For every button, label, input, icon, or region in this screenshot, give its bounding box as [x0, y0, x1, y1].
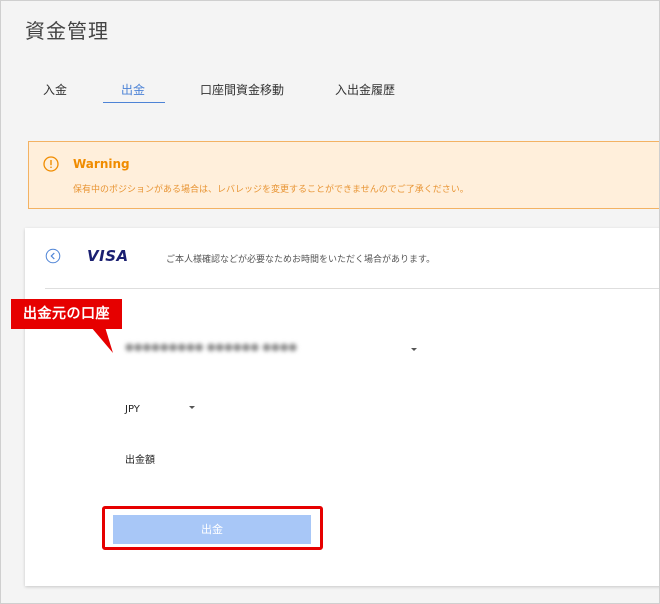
divider: [45, 288, 659, 289]
currency-select[interactable]: JPY: [125, 402, 195, 420]
exclamation-circle-icon: [43, 156, 59, 172]
highlight-box: [102, 506, 323, 550]
tab-account-transfer[interactable]: 口座間資金移動: [200, 81, 284, 103]
tab-history[interactable]: 入出金履歴: [335, 81, 395, 103]
page-title: 資金管理: [25, 19, 109, 43]
withdraw-amount-label: 出金額: [125, 455, 155, 466]
warning-message: 保有中のポジションがある場合は、レバレッジを変更することができませんのでご了承く…: [73, 185, 469, 195]
active-tab-indicator: [103, 102, 165, 103]
chevron-down-icon: [189, 406, 195, 409]
tab-deposit[interactable]: 入金: [43, 81, 67, 103]
visa-logo: VISA: [87, 247, 129, 265]
annotation-callout: 出金元の口座: [11, 299, 122, 329]
tab-withdraw[interactable]: 出金: [121, 81, 145, 103]
currency-select-value: JPY: [125, 404, 140, 415]
warning-banner: Warning 保有中のポジションがある場合は、レバレッジを変更することができま…: [28, 141, 659, 209]
card-note: ご本人様確認などが必要なためお時間をいただく場合があります。: [166, 255, 436, 265]
tab-bar: 入金 出金 口座間資金移動 入出金履歴: [1, 81, 659, 105]
page-frame: 資金管理 入金 出金 口座間資金移動 入出金履歴 Warning 保有中のポジシ…: [0, 0, 660, 604]
callout-pointer: [91, 327, 113, 353]
chevron-left-icon[interactable]: [45, 248, 61, 264]
withdraw-source-account-select[interactable]: ●●●●●●●●● ●●●●●● ●●●●: [125, 340, 421, 360]
account-select-value: ●●●●●●●●● ●●●●●● ●●●●: [125, 342, 298, 353]
warning-title: Warning: [73, 157, 130, 171]
chevron-down-icon: [411, 348, 417, 351]
